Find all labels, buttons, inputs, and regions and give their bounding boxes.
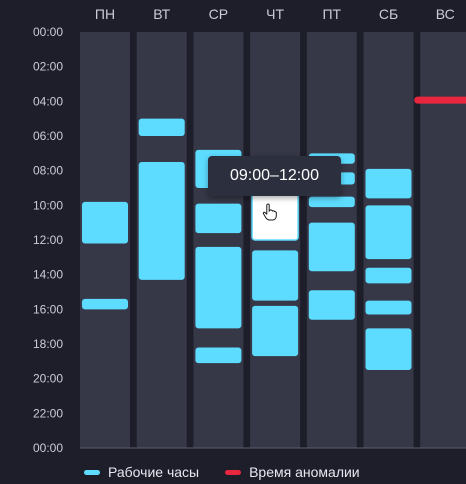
work-interval-bar (82, 298, 128, 310)
work-interval-bar (252, 305, 299, 357)
y-tick-label: 22:00 (33, 406, 63, 420)
tooltip-text: 09:00–12:00 (230, 167, 319, 184)
work-interval-bar (82, 201, 128, 244)
work-interval-bar (195, 246, 242, 329)
day-label: ПТ (322, 6, 341, 22)
work-interval-bar (195, 347, 242, 364)
y-tick-label: 00:00 (33, 25, 63, 39)
legend-label-work: Рабочие часы (108, 464, 200, 480)
work-swatch (84, 469, 100, 475)
work-interval-bar (308, 196, 355, 208)
day-label: ВТ (153, 6, 170, 22)
y-tick-label: 06:00 (33, 129, 63, 143)
day-column-2 (193, 32, 244, 448)
work-interval-bar (308, 222, 355, 272)
y-tick-label: 10:00 (33, 198, 63, 212)
work-interval-bar (365, 300, 412, 315)
day-column-6 (420, 32, 466, 448)
y-tick-label: 14:00 (33, 268, 63, 282)
y-tick-label: 18:00 (33, 337, 63, 351)
legend-item-anomaly[interactable]: Время аномалии (225, 464, 360, 480)
anomaly-swatch (225, 469, 242, 475)
hand-pointer-icon (262, 203, 277, 221)
work-interval-bar (365, 267, 412, 284)
y-tick-label: 08:00 (33, 164, 63, 178)
day-label: ЧТ (266, 6, 284, 22)
work-interval-bar (138, 118, 185, 136)
day-label: СР (209, 6, 228, 22)
day-label: ПН (95, 6, 115, 22)
y-tick-label: 04:00 (33, 94, 63, 108)
work-interval-bar (308, 290, 355, 320)
y-tick-label: 20:00 (33, 372, 63, 386)
work-interval-bar (195, 203, 242, 234)
chart-legend: Рабочие часы Время аномалии (84, 464, 360, 480)
y-tick-label: 12:00 (33, 233, 63, 247)
y-tick-label: 02:00 (33, 60, 63, 74)
work-interval-bar (365, 328, 412, 370)
day-label: ВС (436, 6, 455, 22)
y-tick-label: 00:00 (33, 441, 63, 455)
legend-item-work[interactable]: Рабочие часы (84, 464, 199, 480)
interval-tooltip: 09:00–12:00 (208, 156, 341, 196)
work-interval-bar (365, 168, 412, 199)
work-interval-bar (252, 250, 299, 301)
legend-label-anomaly: Время аномалии (249, 464, 360, 480)
work-interval-bar (365, 205, 412, 260)
weekly-activity-chart: 00:00 02:00 04:00 06:00 08:00 10:00 12:00 14:00… (33, 6, 466, 455)
work-interval-bar (138, 162, 185, 280)
anomaly-bar (414, 96, 466, 104)
y-tick-label: 16:00 (33, 302, 63, 316)
day-label: СБ (379, 6, 398, 22)
